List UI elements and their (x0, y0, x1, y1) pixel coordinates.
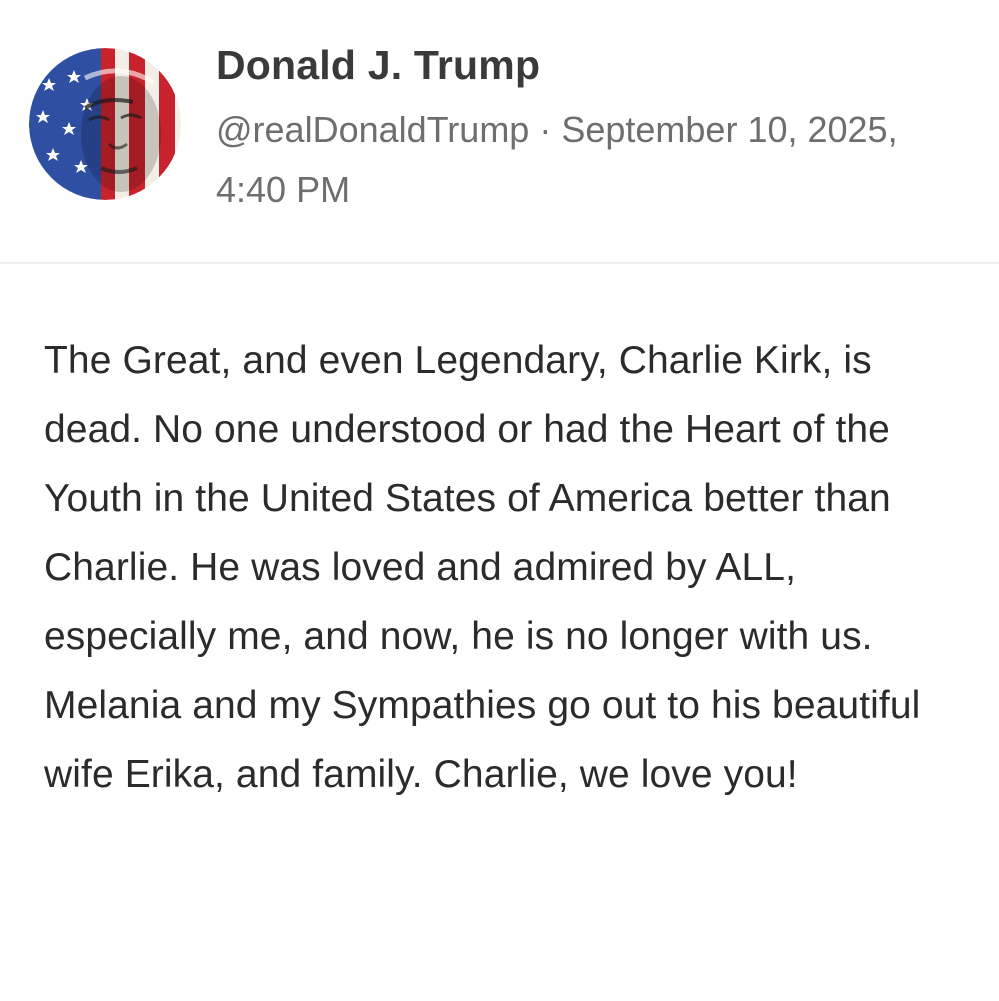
post-body-text: The Great, and even Legendary, Charlie K… (44, 339, 921, 796)
post-header: Donald J. Trump @realDonaldTrump · Septe… (0, 0, 999, 262)
flag-portrait-avatar-icon (29, 48, 181, 200)
meta-separator: · (529, 109, 562, 150)
author-display-name[interactable]: Donald J. Trump (216, 36, 976, 94)
author-handle[interactable]: @realDonaldTrump (216, 109, 529, 150)
avatar[interactable] (29, 48, 181, 200)
post-meta: Donald J. Trump @realDonaldTrump · Septe… (216, 36, 976, 220)
post-subline: @realDonaldTrump · September 10, 2025, 4… (216, 100, 916, 220)
header-divider (0, 262, 999, 264)
truth-post: Donald J. Trump @realDonaldTrump · Septe… (0, 0, 999, 1001)
